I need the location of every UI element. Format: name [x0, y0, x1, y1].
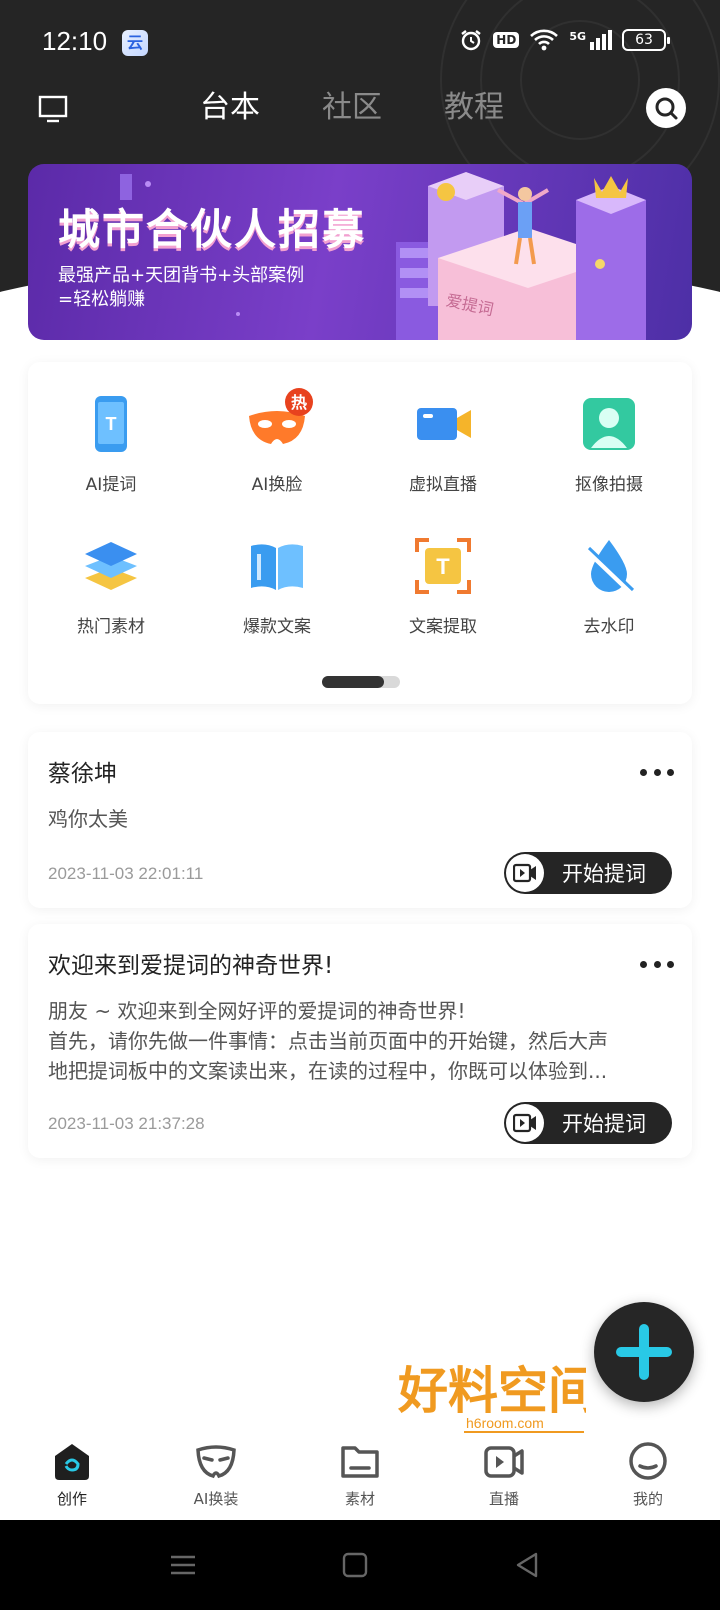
script-body: 鸡你太美 [48, 804, 668, 834]
video-play-icon [506, 1104, 544, 1142]
menu-icon[interactable] [168, 1550, 198, 1580]
battery-indicator: 63 [622, 29, 670, 51]
feature-label: 抠像拍摄 [575, 475, 643, 495]
page-indicator-active [322, 676, 384, 688]
tab-community[interactable]: 社区 [322, 86, 382, 130]
feature-hot-materials[interactable]: 热门素材 [28, 530, 194, 644]
more-options-button[interactable] [640, 954, 674, 974]
feature-label: 热门素材 [77, 617, 145, 637]
svg-text:好料空间: 好料空间 [398, 1361, 586, 1420]
nav-materials[interactable]: 素材 [288, 1434, 432, 1520]
back-icon[interactable] [512, 1550, 542, 1580]
text-scan-icon: T [415, 538, 471, 594]
folder-icon [341, 1446, 379, 1478]
feature-copy-extract[interactable]: T 文案提取 [360, 530, 526, 644]
tab-scripts[interactable]: 台本 [200, 86, 260, 130]
feature-matting-shoot[interactable]: 抠像拍摄 [526, 388, 692, 502]
video-camera-icon [417, 408, 471, 440]
live-video-icon [484, 1446, 524, 1478]
svg-text:T: T [106, 414, 117, 434]
feature-label: 去水印 [583, 617, 635, 637]
app-notification-icon: 云 [122, 30, 148, 56]
search-icon [655, 97, 678, 120]
phone-teleprompter-icon: T [95, 396, 127, 452]
hot-badge: 热 [291, 393, 307, 412]
monitor-icon[interactable] [38, 94, 68, 124]
top-navigation: 台本 社区 教程 [0, 86, 720, 134]
wifi-icon [530, 29, 559, 51]
create-home-icon [55, 1444, 89, 1480]
features-grid: T AI提词 热 AI换脸 虚拟直播 抠像拍摄 热门素材 爆款文案 T 文案提取… [28, 388, 692, 644]
start-teleprompt-button[interactable]: 开始提词 [504, 1102, 672, 1144]
banner-subtitle: 最强产品+天团背书+头部案例 =轻松躺赚 [58, 264, 378, 312]
watermark-logo: 好料空间 h6room.com [398, 1361, 586, 1433]
script-body-line: 朋友 ~ 欢迎来到全网好评的爱提词的神奇世界! [48, 999, 466, 1023]
alarm-icon [461, 30, 482, 51]
feature-viral-copy[interactable]: 爆款文案 [194, 530, 360, 644]
status-icons: HD 5G 63 [459, 28, 670, 52]
script-body: 朋友 ~ 欢迎来到全网好评的爱提词的神奇世界! 首先，请你先做一件事情：点击当前… [48, 996, 668, 1086]
layers-icon [85, 542, 137, 590]
feature-remove-watermark[interactable]: 去水印 [526, 530, 692, 644]
feature-ai-teleprompter[interactable]: T AI提词 [28, 388, 194, 502]
nav-create[interactable]: 创作 [0, 1434, 144, 1520]
nav-ai-dressup[interactable]: AI换装 [144, 1434, 288, 1520]
script-body-line: 地把提词板中的文案读出来，在读的过程中，你既可以体验到... [48, 1059, 608, 1083]
bottom-navigation: 创作 AI换装 素材 直播 我的 [0, 1434, 720, 1520]
svg-text:T: T [436, 554, 450, 579]
profile-face-icon [629, 1442, 667, 1480]
nav-label: 我的 [632, 1490, 663, 1508]
page-indicator [322, 676, 400, 688]
video-play-icon [506, 854, 544, 892]
start-button-label: 开始提词 [562, 862, 646, 886]
mask-icon: 热 [249, 388, 313, 444]
tab-bar: 台本 社区 教程 [200, 86, 504, 130]
svg-text:h6room.com: h6room.com [466, 1415, 544, 1431]
nav-label: AI换装 [193, 1490, 239, 1508]
feature-ai-faceswap[interactable]: 热 AI换脸 [194, 388, 360, 502]
add-script-button[interactable] [594, 1302, 694, 1402]
hd-badge: HD [493, 32, 520, 48]
banner-subtitle-line: =轻松躺赚 [58, 289, 146, 310]
status-time: 12:10 [42, 26, 108, 56]
book-icon [251, 544, 303, 590]
plus-icon [616, 1324, 672, 1380]
search-button[interactable] [646, 88, 686, 128]
portrait-icon [583, 398, 635, 450]
status-bar: 12:10 云 HD 5G 63 [0, 0, 720, 86]
features-card: T AI提词 热 AI换脸 虚拟直播 抠像拍摄 热门素材 爆款文案 T 文案提取… [28, 362, 692, 704]
feature-virtual-live[interactable]: 虚拟直播 [360, 388, 526, 502]
nav-label: 素材 [344, 1490, 375, 1508]
feature-label: AI提词 [85, 475, 137, 495]
start-button-label: 开始提词 [562, 1112, 646, 1136]
script-title: 欢迎来到爱提词的神奇世界! [48, 953, 334, 979]
feature-label: 爆款文案 [243, 617, 311, 637]
nav-profile[interactable]: 我的 [576, 1434, 720, 1520]
script-date: 2023-11-03 22:01:11 [48, 864, 204, 883]
home-icon[interactable] [340, 1550, 370, 1580]
promo-banner[interactable]: 爱提词 城市合伙人招募 最强产品+天团背书+头部案例 =轻松躺赚 [28, 164, 692, 340]
script-date: 2023-11-03 21:37:28 [48, 1114, 205, 1133]
script-card[interactable]: 蔡徐坤 鸡你太美 2023-11-03 22:01:11 开始提词 [28, 732, 692, 908]
script-card[interactable]: 欢迎来到爱提词的神奇世界! 朋友 ~ 欢迎来到全网好评的爱提词的神奇世界! 首先… [28, 924, 692, 1158]
script-body-line: 首先，请你先做一件事情：点击当前页面中的开始键，然后大声 [48, 1029, 608, 1053]
nav-label: 直播 [488, 1490, 519, 1508]
script-body-line: 鸡你太美 [48, 807, 128, 831]
feature-label: AI换脸 [251, 475, 303, 495]
banner-title: 城市合伙人招募 [58, 205, 367, 254]
feature-label: 文案提取 [409, 617, 477, 637]
water-drop-off-icon [584, 540, 635, 595]
mask-outline-icon [196, 1445, 236, 1479]
start-teleprompt-button[interactable]: 开始提词 [504, 852, 672, 894]
system-navigation-bar [0, 1520, 720, 1610]
banner-subtitle-line: 最强产品+天团背书+头部案例 [58, 265, 305, 286]
cell-signal-icon: 5G [569, 30, 612, 50]
feature-label: 虚拟直播 [409, 475, 477, 495]
more-options-button[interactable] [640, 762, 674, 782]
nav-label: 创作 [56, 1490, 87, 1508]
tab-tutorials[interactable]: 教程 [444, 86, 504, 130]
script-title: 蔡徐坤 [48, 761, 117, 787]
nav-live[interactable]: 直播 [432, 1434, 576, 1520]
